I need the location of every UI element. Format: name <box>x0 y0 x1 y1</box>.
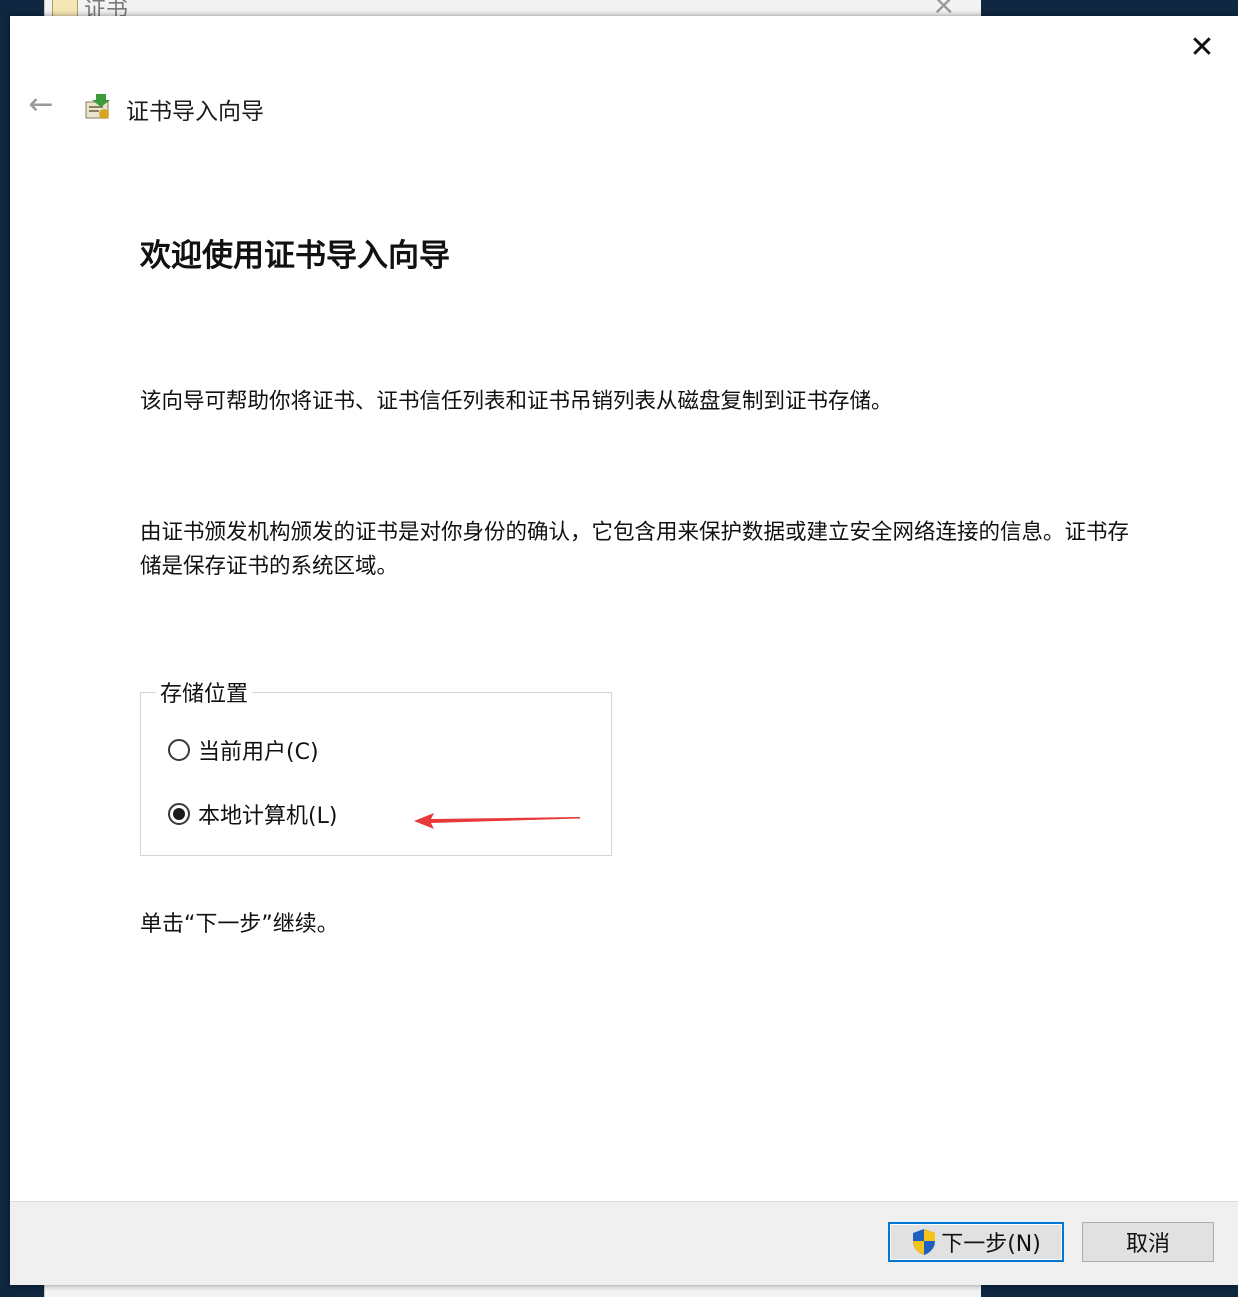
red-arrow-annotation <box>414 813 580 829</box>
button-bar: 下一步(N) 取消 <box>10 1201 1238 1285</box>
radio-selected-dot <box>173 808 185 820</box>
radio-label-current-user: 当前用户(C) <box>198 740 319 765</box>
certificate-wizard-icon <box>85 94 110 119</box>
cancel-button[interactable]: 取消 <box>1082 1222 1214 1262</box>
page-heading: 欢迎使用证书导入向导 <box>140 238 450 274</box>
radio-button-current-user[interactable] <box>168 739 190 761</box>
uac-shield-icon <box>913 1229 936 1255</box>
radio-local-machine[interactable]: 本地计算机(L) <box>168 798 337 830</box>
wizard-title: 证书导入向导 <box>126 99 264 125</box>
store-location-group <box>140 692 612 856</box>
next-button[interactable]: 下一步(N) <box>888 1222 1064 1262</box>
description-paragraph-2: 由证书颁发机构颁发的证书是对你身份的确认，它包含用来保护数据或建立安全网络连接的… <box>140 520 1130 579</box>
radio-label-local-machine: 本地计算机(L) <box>198 804 338 829</box>
radio-button-local-machine[interactable] <box>168 803 190 825</box>
continue-hint: 单击“下一步”继续。 <box>140 912 339 937</box>
close-icon[interactable]: ✕ <box>1184 30 1220 66</box>
description-paragraph-1: 该向导可帮助你将证书、证书信任列表和证书吊销列表从磁盘复制到证书存储。 <box>140 389 893 414</box>
certificate-import-wizard: ✕ ← 证书导入向导 欢迎使用证书导入向导 该向导可帮助你将证书、证书信任列表和… <box>10 16 1238 1285</box>
store-location-label: 存储位置 <box>156 676 253 708</box>
radio-current-user[interactable]: 当前用户(C) <box>168 734 319 766</box>
back-arrow-icon[interactable]: ← <box>24 88 58 122</box>
next-button-label: 下一步(N) <box>941 1232 1041 1257</box>
